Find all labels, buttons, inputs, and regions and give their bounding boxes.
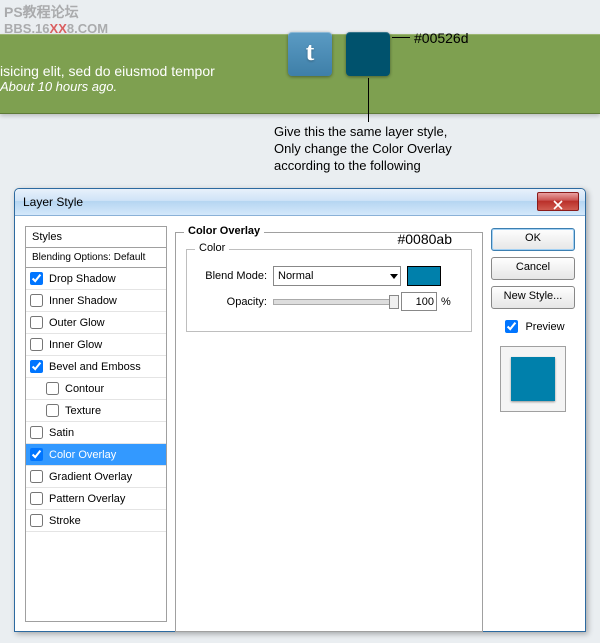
checkbox-stroke[interactable] <box>30 514 43 527</box>
row-inner-glow[interactable]: Inner Glow <box>26 334 166 356</box>
group-title: Color Overlay <box>184 225 264 237</box>
checkbox-gradient-overlay[interactable] <box>30 470 43 483</box>
close-button[interactable] <box>537 192 579 211</box>
watermark-text: PS教程论坛 BBS.16XX8.COM <box>4 4 108 36</box>
row-stroke[interactable]: Stroke <box>26 510 166 532</box>
row-outer-glow[interactable]: Outer Glow <box>26 312 166 334</box>
preview-swatch-container <box>500 346 566 412</box>
layer-style-dialog: Layer Style Styles Blending Options: Def… <box>14 188 586 632</box>
new-style-button[interactable]: New Style... <box>491 286 575 309</box>
close-icon <box>553 200 563 210</box>
preview-label: Preview <box>525 321 564 333</box>
callout-line <box>392 37 410 38</box>
preview-swatch <box>511 357 555 401</box>
instruction-note: Give this the same layer style, Only cha… <box>274 124 452 175</box>
checkbox-inner-glow[interactable] <box>30 338 43 351</box>
blend-mode-label: Blend Mode: <box>197 270 273 282</box>
styles-list-panel: Styles Blending Options: Default Drop Sh… <box>25 226 167 622</box>
checkbox-outer-glow[interactable] <box>30 316 43 329</box>
styles-header[interactable]: Styles <box>26 227 166 248</box>
inner-group-title: Color <box>195 242 229 254</box>
slider-thumb[interactable] <box>389 295 399 309</box>
dialog-title: Layer Style <box>23 195 83 209</box>
row-drop-shadow[interactable]: Drop Shadow <box>26 268 166 290</box>
color-inner-group: Color Blend Mode: Normal Opacity: <box>186 249 472 332</box>
checkbox-drop-shadow[interactable] <box>30 272 43 285</box>
blending-options-row[interactable]: Blending Options: Default <box>26 248 166 268</box>
checkbox-texture[interactable] <box>46 404 59 417</box>
row-texture[interactable]: Texture <box>26 400 166 422</box>
color-overlay-group: Color Overlay #0080ab Color Blend Mode: … <box>175 232 483 632</box>
opacity-input[interactable] <box>401 292 437 311</box>
checkbox-bevel[interactable] <box>30 360 43 373</box>
row-contour[interactable]: Contour <box>26 378 166 400</box>
center-panel: Color Overlay #0080ab Color Blend Mode: … <box>175 226 483 622</box>
checkbox-inner-shadow[interactable] <box>30 294 43 307</box>
dialog-titlebar[interactable]: Layer Style <box>15 189 585 216</box>
opacity-slider[interactable] <box>273 299 395 305</box>
row-bevel-emboss[interactable]: Bevel and Emboss <box>26 356 166 378</box>
checkbox-contour[interactable] <box>46 382 59 395</box>
right-button-panel: OK Cancel New Style... Preview <box>491 226 575 622</box>
banner-text: isicing elit, sed do eiusmod tempor Abou… <box>0 63 215 94</box>
cancel-button[interactable]: Cancel <box>491 257 575 280</box>
row-gradient-overlay[interactable]: Gradient Overlay <box>26 466 166 488</box>
row-inner-shadow[interactable]: Inner Shadow <box>26 290 166 312</box>
ok-button[interactable]: OK <box>491 228 575 251</box>
chevron-down-icon <box>390 274 398 279</box>
checkbox-pattern-overlay[interactable] <box>30 492 43 505</box>
checkbox-color-overlay[interactable] <box>30 448 43 461</box>
color-sample-square <box>346 32 390 76</box>
blend-mode-select[interactable]: Normal <box>273 266 401 286</box>
overlay-color-swatch[interactable] <box>407 266 441 286</box>
opacity-label: Opacity: <box>197 296 273 308</box>
preview-checkbox[interactable] <box>505 320 518 333</box>
twitter-icon: t <box>288 32 332 76</box>
hex-label-2: #0080ab <box>397 231 452 247</box>
row-pattern-overlay[interactable]: Pattern Overlay <box>26 488 166 510</box>
row-satin[interactable]: Satin <box>26 422 166 444</box>
checkbox-satin[interactable] <box>30 426 43 439</box>
hex-label-1: #00526d <box>414 30 469 46</box>
row-color-overlay[interactable]: Color Overlay <box>26 444 166 466</box>
opacity-unit: % <box>441 296 451 308</box>
callout-line-vertical <box>368 78 369 122</box>
